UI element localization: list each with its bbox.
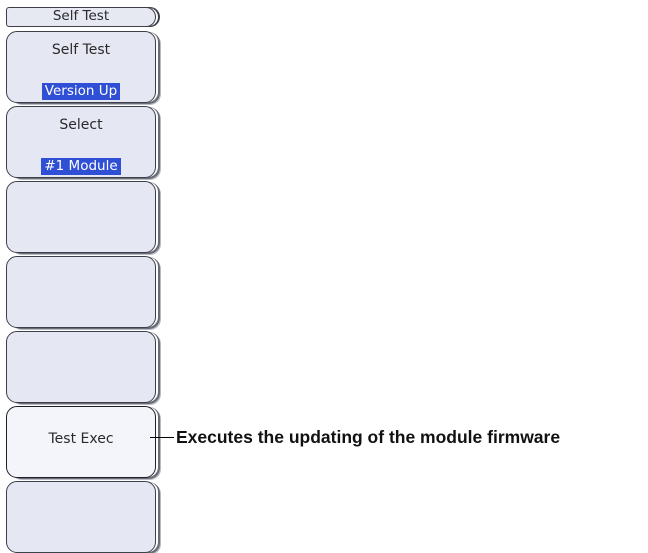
self-test-label: Self Test — [51, 42, 111, 58]
select-value: #1 Module — [7, 155, 155, 175]
blank-softkey-3[interactable] — [6, 331, 156, 403]
soft-key-menu: Self Test Self Test Version Up Select #1… — [0, 0, 172, 553]
module-selection: #1 Module — [41, 158, 121, 175]
blank-softkey-4[interactable] — [6, 481, 156, 553]
callout-description: Executes the updating of the module firm… — [176, 427, 561, 447]
select-module-softkey[interactable]: Select #1 Module — [6, 106, 156, 178]
version-up-selection: Version Up — [41, 83, 121, 100]
menu-title-tab: Self Test — [6, 7, 156, 27]
blank-softkey-1[interactable] — [6, 181, 156, 253]
blank-softkey-2[interactable] — [6, 256, 156, 328]
callout-leader-line — [150, 437, 174, 438]
test-exec-label: Test Exec — [48, 431, 114, 447]
self-test-value: Version Up — [7, 80, 155, 100]
test-exec-softkey[interactable]: Test Exec — [6, 406, 156, 478]
self-test-softkey[interactable]: Self Test Version Up — [6, 31, 156, 103]
select-label: Select — [59, 117, 103, 133]
menu-title: Self Test — [52, 8, 110, 24]
